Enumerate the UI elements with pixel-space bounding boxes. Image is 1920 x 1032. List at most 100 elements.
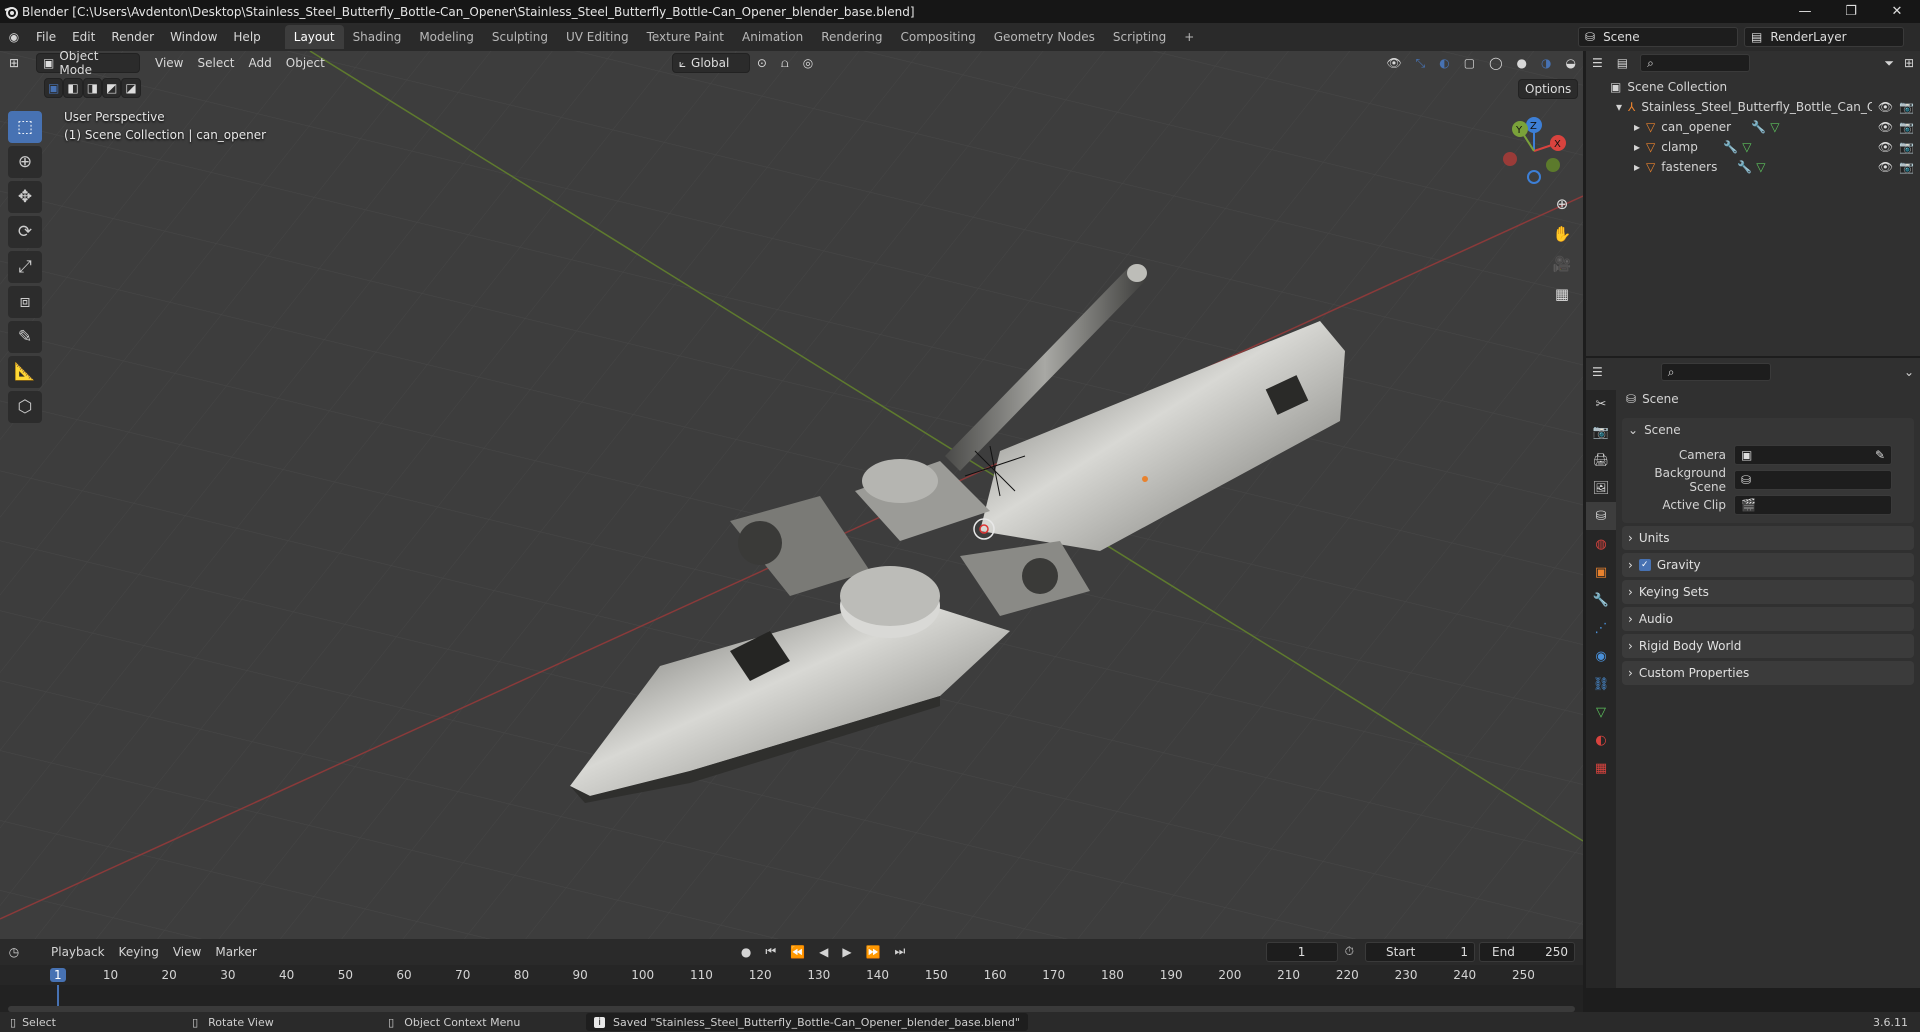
- outliner-row-object[interactable]: ▸ ▽ fasteners 🔧 ▽ 👁 📷: [1586, 157, 1920, 177]
- keying-sets-panel[interactable]: › Keying Sets: [1622, 580, 1914, 604]
- menu-window[interactable]: Window: [162, 30, 225, 44]
- tab-layout[interactable]: Layout: [284, 25, 344, 49]
- xray-icon[interactable]: ▢: [1457, 56, 1482, 70]
- object-tab-icon[interactable]: ▣: [1586, 558, 1616, 586]
- render-camera-icon[interactable]: 📷: [1899, 100, 1914, 114]
- visibility-icon[interactable]: 👁: [1379, 56, 1408, 70]
- outliner-editor-icon[interactable]: ☰: [1592, 56, 1603, 70]
- end-frame-field[interactable]: End 250: [1479, 941, 1575, 962]
- scene-tab-icon[interactable]: ⛁: [1586, 502, 1616, 530]
- start-frame-field[interactable]: Start 1: [1365, 941, 1475, 962]
- scale-tool-icon[interactable]: ⤢: [8, 251, 42, 283]
- scene-selector[interactable]: ⛁ Scene: [1578, 27, 1738, 47]
- add-workspace-icon[interactable]: +: [1175, 25, 1203, 49]
- audio-panel[interactable]: › Audio: [1622, 607, 1914, 631]
- select-intersect-icon[interactable]: ◪: [121, 78, 141, 98]
- units-panel[interactable]: › Units: [1622, 526, 1914, 550]
- perspective-toggle-icon[interactable]: ▦: [1548, 281, 1576, 307]
- tab-compositing[interactable]: Compositing: [891, 25, 984, 49]
- eyedropper-icon[interactable]: ✎: [1875, 448, 1885, 462]
- close-button[interactable]: ✕: [1874, 4, 1920, 19]
- properties-search-input[interactable]: ⌕: [1660, 363, 1771, 381]
- texture-tab-icon[interactable]: ▦: [1586, 754, 1616, 782]
- transform-orientation[interactable]: ⟀ Global: [671, 53, 750, 73]
- menu-timeline-view[interactable]: View: [166, 945, 208, 959]
- menu-add[interactable]: Add: [242, 56, 279, 70]
- expand-arrow-icon[interactable]: ▸: [1634, 140, 1640, 154]
- editor-type-icon[interactable]: ⊞: [0, 56, 28, 70]
- render-camera-icon[interactable]: 📷: [1899, 160, 1914, 174]
- proportional-edit-icon[interactable]: ◎: [796, 56, 820, 70]
- tab-scripting[interactable]: Scripting: [1104, 25, 1175, 49]
- pan-hand-icon[interactable]: ✋: [1548, 221, 1576, 247]
- rigid-body-world-panel[interactable]: › Rigid Body World: [1622, 634, 1914, 658]
- outliner-row-object[interactable]: ▸ ▽ clamp 🔧 ▽ 👁 📷: [1586, 137, 1920, 157]
- select-invert-icon[interactable]: ◩: [102, 78, 122, 98]
- visibility-eye-icon[interactable]: 👁: [1878, 160, 1893, 174]
- material-tab-icon[interactable]: ◐: [1586, 726, 1616, 754]
- display-mode-icon[interactable]: ▤: [1617, 56, 1628, 70]
- select-new-icon[interactable]: ▣: [44, 78, 64, 98]
- options-button[interactable]: Options: [1518, 79, 1579, 99]
- transform-tool-icon[interactable]: ⧈: [8, 286, 42, 318]
- tab-animation[interactable]: Animation: [733, 25, 812, 49]
- visibility-eye-icon[interactable]: 👁: [1878, 100, 1893, 114]
- visibility-eye-icon[interactable]: 👁: [1878, 140, 1893, 154]
- tool-tab-icon[interactable]: ✂: [1586, 390, 1616, 418]
- material-shading-icon[interactable]: ◑: [1534, 56, 1558, 70]
- menu-help[interactable]: Help: [225, 30, 268, 44]
- menu-view[interactable]: View: [148, 56, 190, 70]
- record-icon[interactable]: ●: [734, 945, 758, 959]
- snap-icon[interactable]: ⩍: [774, 56, 796, 71]
- menu-file[interactable]: File: [28, 30, 64, 44]
- constraints-tab-icon[interactable]: ⛓: [1586, 670, 1616, 698]
- 3d-viewport[interactable]: ⊞ ▣ Object Mode View Select Add Object ⟀…: [0, 51, 1583, 939]
- wireframe-shading-icon[interactable]: ◯: [1482, 56, 1509, 70]
- select-extend-icon[interactable]: ◧: [63, 78, 83, 98]
- preview-range-icon[interactable]: ⏱: [1338, 944, 1361, 959]
- jump-end-icon[interactable]: ⏭: [888, 944, 913, 959]
- physics-tab-icon[interactable]: ◉: [1586, 642, 1616, 670]
- add-cube-tool-icon[interactable]: ⬡: [8, 391, 42, 423]
- world-tab-icon[interactable]: ◍: [1586, 530, 1616, 558]
- tab-texture-paint[interactable]: Texture Paint: [638, 25, 733, 49]
- jump-keyframe-forward-icon[interactable]: ⏩: [859, 945, 888, 959]
- menu-keying[interactable]: Keying: [112, 945, 166, 959]
- camera-field[interactable]: ▣ ✎: [1734, 444, 1892, 465]
- properties-editor-icon[interactable]: ☰: [1592, 365, 1603, 379]
- jump-keyframe-back-icon[interactable]: ⏪: [783, 945, 812, 959]
- rotate-tool-icon[interactable]: ⟳: [8, 216, 42, 248]
- outliner-row-collection[interactable]: ▾ ⅄ Stainless_Steel_Butterfly_Bottle_Can…: [1586, 97, 1920, 117]
- tab-geometry-nodes[interactable]: Geometry Nodes: [985, 25, 1104, 49]
- render-camera-icon[interactable]: 📷: [1899, 120, 1914, 134]
- menu-object[interactable]: Object: [279, 56, 332, 70]
- render-tab-icon[interactable]: 📷: [1586, 418, 1616, 446]
- solid-shading-icon[interactable]: ●: [1510, 56, 1534, 70]
- menu-playback[interactable]: Playback: [44, 945, 112, 959]
- render-camera-icon[interactable]: 📷: [1899, 140, 1914, 154]
- maximize-button[interactable]: ❐: [1828, 4, 1874, 19]
- expand-arrow-icon[interactable]: ▾: [1616, 100, 1622, 114]
- gizmo-neg-z-icon[interactable]: [1527, 170, 1541, 184]
- tab-sculpting[interactable]: Sculpting: [483, 25, 557, 49]
- select-box-tool-icon[interactable]: ⬚: [8, 111, 42, 143]
- menu-select[interactable]: Select: [190, 56, 241, 70]
- filter-icon[interactable]: ⏷: [1884, 56, 1894, 71]
- gravity-panel[interactable]: › ✓ Gravity: [1622, 553, 1914, 577]
- tab-shading[interactable]: Shading: [344, 25, 411, 49]
- expand-arrow-icon[interactable]: ▸: [1634, 160, 1640, 174]
- gizmo-neg-x-icon[interactable]: [1503, 152, 1517, 166]
- menu-edit[interactable]: Edit: [64, 30, 103, 44]
- minimize-button[interactable]: —: [1782, 4, 1828, 19]
- play-icon[interactable]: ▶: [835, 945, 858, 959]
- modifier-tab-icon[interactable]: 🔧: [1586, 586, 1616, 614]
- outliner-row-object[interactable]: ▸ ▽ can_opener 🔧 ▽ 👁 📷: [1586, 117, 1920, 137]
- mode-selector[interactable]: ▣ Object Mode: [36, 51, 140, 77]
- scene-panel-header[interactable]: ⌄ Scene: [1622, 418, 1914, 442]
- visibility-eye-icon[interactable]: 👁: [1878, 120, 1893, 134]
- timeline-editor-icon[interactable]: ◷: [0, 945, 28, 959]
- custom-properties-panel[interactable]: › Custom Properties: [1622, 661, 1914, 685]
- expand-arrow-icon[interactable]: ▸: [1634, 120, 1640, 134]
- view-layer-tab-icon[interactable]: 🖼: [1586, 474, 1616, 502]
- background-scene-field[interactable]: ⛁: [1734, 469, 1892, 490]
